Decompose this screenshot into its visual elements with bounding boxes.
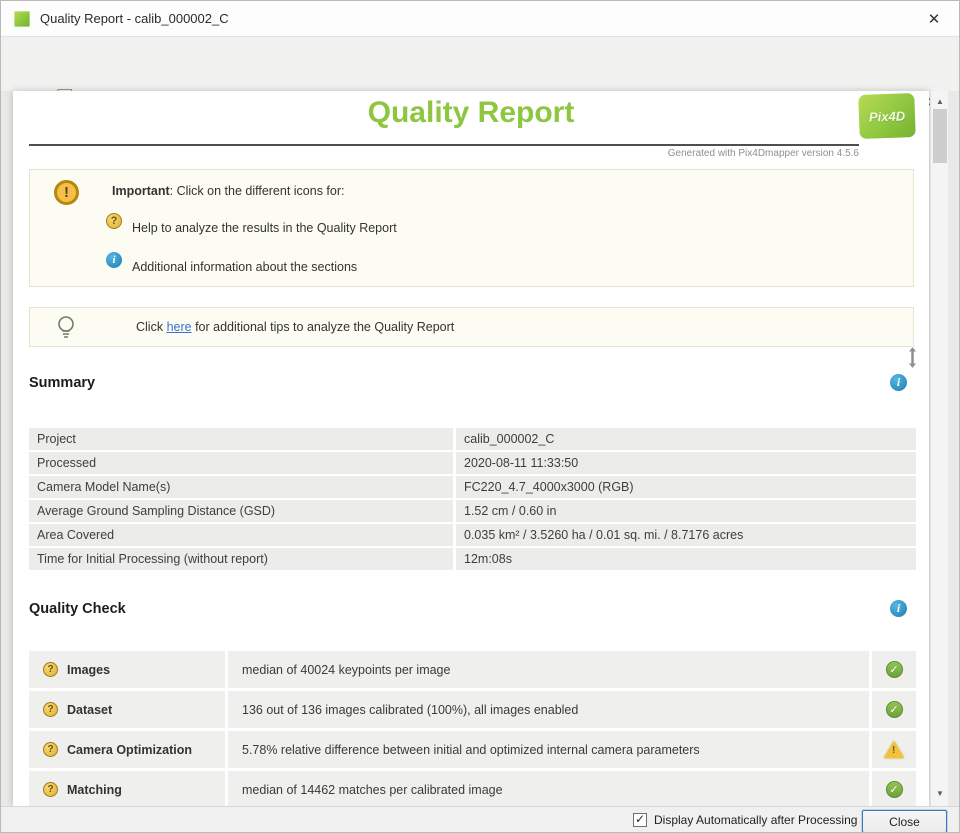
qc-value-cell: median of 14462 matches per calibrated i… <box>228 771 869 806</box>
help-icon[interactable]: ? <box>43 662 58 677</box>
important-exclamation-icon: ! <box>54 180 79 205</box>
scrollbar-thumb[interactable] <box>933 109 947 163</box>
quality-check-info-icon[interactable]: i <box>890 600 907 617</box>
notice-help-text: Help to analyze the results in the Quali… <box>132 221 397 235</box>
table-row: ? Camera Optimization 5.78% relative diff… <box>29 731 916 768</box>
status-check-icon <box>886 701 903 718</box>
footer-bar: Display Automatically after Processing C… <box>1 806 960 833</box>
close-button[interactable]: Close <box>862 810 947 833</box>
summary-value: 0.035 km² / 3.5260 ha / 0.01 sq. mi. / 8… <box>456 524 916 546</box>
qc-value-cell: median of 40024 keypoints per image <box>228 651 869 688</box>
scroll-down-icon[interactable]: ▼ <box>931 785 949 801</box>
tips-here-link[interactable]: here <box>167 320 192 334</box>
report-page: Quality Report Pix4D Generated with Pix4… <box>13 91 929 806</box>
status-warning-icon <box>884 741 904 758</box>
table-row: Time for Initial Processing (without rep… <box>29 548 916 570</box>
qc-value-cell: 136 out of 136 images calibrated (100%),… <box>228 691 869 728</box>
table-row: ? Dataset 136 out of 136 images calibrate… <box>29 691 916 728</box>
tips-text: Click here for additional tips to analyz… <box>136 320 454 334</box>
qc-label-cell: ? Images <box>29 651 225 688</box>
toolbar: PDF « » Online Support <box>1 37 960 91</box>
title-bar: Quality Report - calib_000002_C ✕ <box>1 1 960 37</box>
notice-info-text: Additional information about the section… <box>132 260 357 274</box>
summary-value: 1.52 cm / 0.60 in <box>456 500 916 522</box>
tips-pre: Click <box>136 320 167 334</box>
header-rule <box>29 144 859 146</box>
status-check-icon <box>886 661 903 678</box>
qc-value-cell: 5.78% relative difference between initia… <box>228 731 869 768</box>
table-row: ? Matching median of 14462 matches per ca… <box>29 771 916 806</box>
qc-label: Images <box>67 663 110 677</box>
table-row: Camera Model Name(s)FC220_4.7_4000x3000 … <box>29 476 916 498</box>
quality-check-table: ? Images median of 40024 keypoints per im… <box>29 651 916 806</box>
table-row: Average Ground Sampling Distance (GSD)1.… <box>29 500 916 522</box>
summary-label: Area Covered <box>29 524 453 546</box>
display-automatically-label: Display Automatically after Processing <box>654 813 857 827</box>
summary-label: Camera Model Name(s) <box>29 476 453 498</box>
table-row: Projectcalib_000002_C <box>29 428 916 450</box>
summary-value: 2020-08-11 11:33:50 <box>456 452 916 474</box>
mouse-cursor-ns-resize <box>906 346 919 374</box>
qc-label: Dataset <box>67 703 112 717</box>
lightbulb-icon <box>56 315 76 346</box>
table-row: ? Images median of 40024 keypoints per im… <box>29 651 916 688</box>
help-icon[interactable]: ? <box>43 782 58 797</box>
qc-label-cell: ? Dataset <box>29 691 225 728</box>
qc-status-cell <box>872 731 916 768</box>
status-check-icon <box>886 781 903 798</box>
notice-item-help: ? Help to analyze the results in the Qua… <box>106 213 397 235</box>
qc-status-cell <box>872 651 916 688</box>
summary-label: Average Ground Sampling Distance (GSD) <box>29 500 453 522</box>
qc-status-cell <box>872 691 916 728</box>
qc-label-cell: ? Camera Optimization <box>29 731 225 768</box>
quality-report-window: Quality Report - calib_000002_C ✕ PDF « … <box>0 0 960 833</box>
important-notice-box: ! Important: Click on the different icon… <box>29 169 914 287</box>
generated-version-text: Generated with Pix4Dmapper version 4.5.6 <box>29 148 859 159</box>
table-row: Area Covered0.035 km² / 3.5260 ha / 0.01… <box>29 524 916 546</box>
summary-label: Time for Initial Processing (without rep… <box>29 548 453 570</box>
summary-heading: Summary <box>29 375 95 391</box>
close-icon[interactable]: ✕ <box>917 1 951 36</box>
summary-value: 12m:08s <box>456 548 916 570</box>
qc-label-cell: ? Matching <box>29 771 225 806</box>
notice-item-info: i Additional information about the secti… <box>106 252 357 274</box>
report-title: Quality Report <box>13 96 929 130</box>
help-icon[interactable]: ? <box>43 702 58 717</box>
summary-table: Projectcalib_000002_C Processed2020-08-1… <box>29 428 916 572</box>
help-icon[interactable]: ? <box>43 742 58 757</box>
important-label: Important <box>112 184 170 198</box>
quality-check-heading: Quality Check <box>29 601 126 617</box>
pix4d-logo: Pix4D <box>858 93 916 139</box>
tips-post: for additional tips to analyze the Quali… <box>192 320 455 334</box>
tips-box: Click here for additional tips to analyz… <box>29 307 914 347</box>
app-icon <box>14 11 30 27</box>
help-icon[interactable]: ? <box>106 213 122 229</box>
vertical-scrollbar[interactable]: ▲ ▼ <box>930 91 948 806</box>
summary-info-icon[interactable]: i <box>890 374 907 391</box>
summary-label: Processed <box>29 452 453 474</box>
qc-status-cell <box>872 771 916 806</box>
summary-value: calib_000002_C <box>456 428 916 450</box>
window-title: Quality Report - calib_000002_C <box>40 11 229 26</box>
qc-label: Camera Optimization <box>67 743 192 757</box>
info-icon[interactable]: i <box>106 252 122 268</box>
display-automatically-checkbox[interactable] <box>633 813 647 827</box>
important-text: Important: Click on the different icons … <box>112 184 345 198</box>
important-rest: : Click on the different icons for: <box>170 184 345 198</box>
scroll-up-icon[interactable]: ▲ <box>931 93 949 109</box>
table-row: Processed2020-08-11 11:33:50 <box>29 452 916 474</box>
summary-value: FC220_4.7_4000x3000 (RGB) <box>456 476 916 498</box>
qc-label: Matching <box>67 783 122 797</box>
summary-label: Project <box>29 428 453 450</box>
